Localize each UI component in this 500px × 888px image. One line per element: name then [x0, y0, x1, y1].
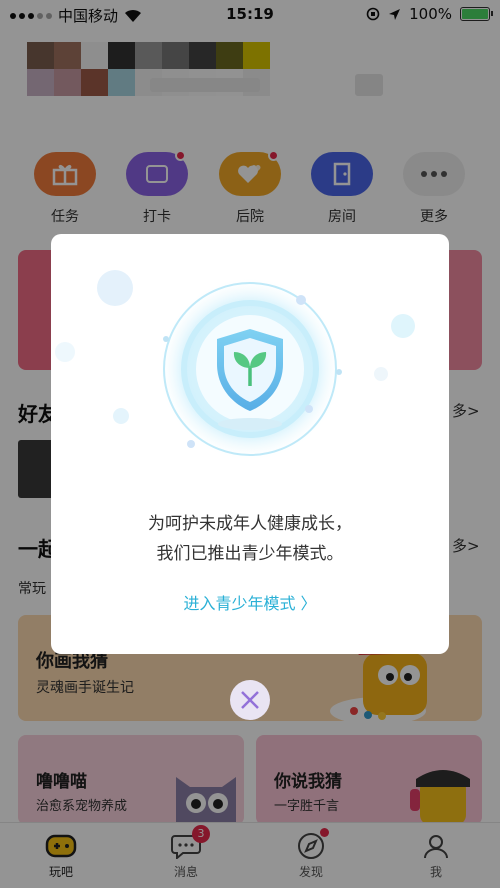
dialog-message-line-1: 为呵护未成年人健康成长， — [148, 514, 352, 534]
close-icon — [241, 691, 259, 709]
dialog-message-line-2: 我们已推出青少年模式。 — [156, 544, 344, 564]
shield-sprout-illustration — [55, 270, 415, 461]
close-dialog-button[interactable] — [230, 680, 270, 720]
teen-mode-dialog: 为呵护未成年人健康成长， 我们已推出青少年模式。 进入青少年模式 〉 — [51, 234, 449, 654]
enter-teen-mode-link[interactable]: 进入青少年模式 〉 — [51, 590, 449, 614]
dialog-message: 为呵护未成年人健康成长， 我们已推出青少年模式。 — [51, 509, 449, 569]
